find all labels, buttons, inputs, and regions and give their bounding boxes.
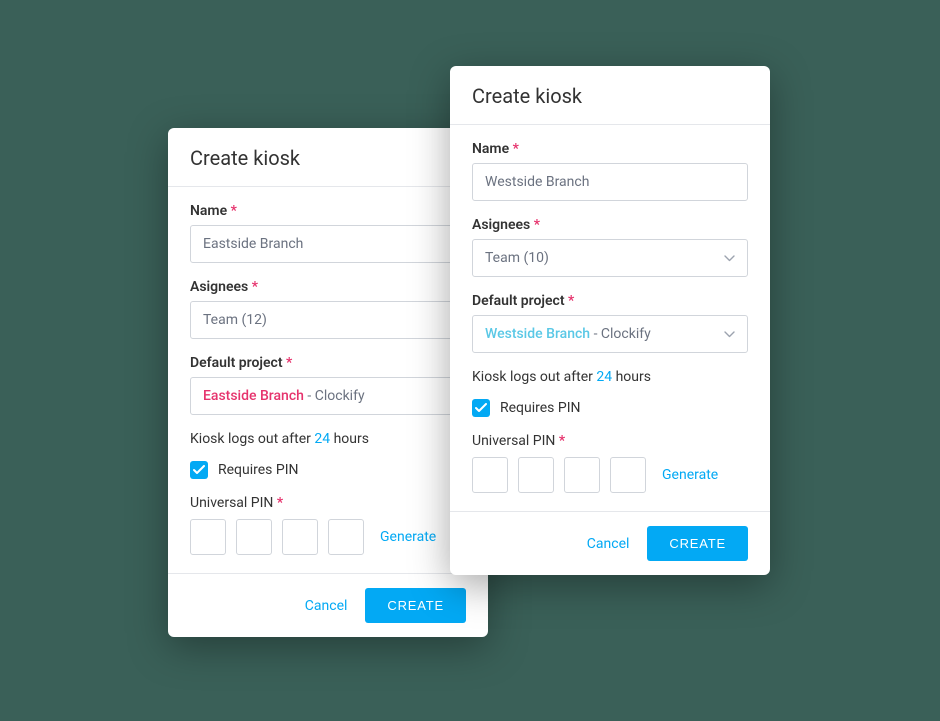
required-mark: * — [513, 141, 519, 157]
project-name: Eastside Branch — [203, 388, 304, 404]
name-label: Name * — [190, 203, 466, 219]
required-mark: * — [559, 433, 565, 449]
assignees-value: Team (12) — [203, 312, 267, 328]
logout-hours-link[interactable]: 24 — [596, 369, 612, 385]
name-label-text: Name — [190, 203, 227, 219]
name-input-value: Eastside Branch — [203, 236, 303, 252]
name-input[interactable]: Eastside Branch — [190, 225, 466, 263]
project-field-group: Default project * Eastside Branch - Cloc… — [190, 355, 466, 415]
required-mark: * — [534, 217, 540, 233]
logout-suffix: hours — [612, 369, 651, 385]
create-kiosk-dialog-front: Create kiosk Name * Westside Branch Asig… — [450, 66, 770, 575]
requires-pin-checkbox[interactable] — [472, 399, 490, 417]
name-label: Name * — [472, 141, 748, 157]
universal-pin-label-text: Universal PIN — [472, 433, 555, 449]
project-label: Default project * — [472, 293, 748, 309]
assignees-value: Team (10) — [485, 250, 549, 266]
assignees-label-text: Asignees — [472, 217, 530, 233]
universal-pin-label: Universal PIN * — [190, 495, 466, 511]
create-button[interactable]: CREATE — [365, 588, 466, 623]
check-icon — [475, 403, 487, 413]
universal-pin-label-text: Universal PIN — [190, 495, 273, 511]
name-field-group: Name * Eastside Branch — [190, 203, 466, 263]
chevron-down-icon — [724, 326, 735, 342]
name-input-value: Westside Branch — [485, 174, 589, 190]
pin-row: Generate — [472, 457, 748, 493]
pin-digit-1[interactable] — [472, 457, 508, 493]
pin-digit-3[interactable] — [282, 519, 318, 555]
logout-row: Kiosk logs out after 24 hours — [472, 369, 748, 385]
cancel-button[interactable]: Cancel — [305, 598, 348, 614]
project-label-text: Default project — [190, 355, 283, 371]
pin-digit-4[interactable] — [610, 457, 646, 493]
assignees-select[interactable]: Team (10) — [472, 239, 748, 277]
assignees-label: Asignees * — [472, 217, 748, 233]
universal-pin-label: Universal PIN * — [472, 433, 748, 449]
assignees-label: Asignees * — [190, 279, 466, 295]
generate-link[interactable]: Generate — [662, 467, 718, 483]
requires-pin-row: Requires PIN — [190, 461, 466, 479]
project-select-value: Eastside Branch - Clockify — [203, 388, 365, 404]
required-mark: * — [568, 293, 574, 309]
required-mark: * — [231, 203, 237, 219]
dialog-header: Create kiosk — [168, 128, 488, 187]
project-label: Default project * — [190, 355, 466, 371]
pin-digit-3[interactable] — [564, 457, 600, 493]
requires-pin-checkbox[interactable] — [190, 461, 208, 479]
name-label-text: Name — [472, 141, 509, 157]
requires-pin-label: Requires PIN — [500, 400, 581, 416]
dialog-footer: Cancel CREATE — [450, 511, 770, 575]
project-select-value: Westside Branch - Clockify — [485, 326, 651, 342]
assignees-select[interactable]: Team (12) — [190, 301, 466, 339]
logout-suffix: hours — [330, 431, 369, 447]
project-label-text: Default project — [472, 293, 565, 309]
dialog-title: Create kiosk — [190, 146, 466, 170]
dialog-body: Name * Westside Branch Asignees * Team (… — [450, 125, 770, 511]
project-select[interactable]: Westside Branch - Clockify — [472, 315, 748, 353]
pin-digit-2[interactable] — [518, 457, 554, 493]
cancel-button[interactable]: Cancel — [587, 536, 630, 552]
project-field-group: Default project * Westside Branch - Cloc… — [472, 293, 748, 353]
assignees-field-group: Asignees * Team (12) — [190, 279, 466, 339]
project-client: - Clockify — [590, 326, 651, 342]
logout-prefix: Kiosk logs out after — [472, 369, 596, 385]
name-field-group: Name * Westside Branch — [472, 141, 748, 201]
generate-link[interactable]: Generate — [380, 529, 436, 545]
pin-digit-2[interactable] — [236, 519, 272, 555]
required-mark: * — [252, 279, 258, 295]
check-icon — [193, 465, 205, 475]
create-kiosk-dialog-back: Create kiosk Name * Eastside Branch Asig… — [168, 128, 488, 637]
logout-row: Kiosk logs out after 24 hours — [190, 431, 466, 447]
assignees-field-group: Asignees * Team (10) — [472, 217, 748, 277]
pin-row: Generate — [190, 519, 466, 555]
pin-digit-4[interactable] — [328, 519, 364, 555]
dialog-header: Create kiosk — [450, 66, 770, 125]
create-button[interactable]: CREATE — [647, 526, 748, 561]
project-name: Westside Branch — [485, 326, 590, 342]
project-client: - Clockify — [304, 388, 365, 404]
logout-prefix: Kiosk logs out after — [190, 431, 314, 447]
dialog-title: Create kiosk — [472, 84, 748, 108]
project-select[interactable]: Eastside Branch - Clockify — [190, 377, 466, 415]
logout-hours-link[interactable]: 24 — [314, 431, 330, 447]
assignees-label-text: Asignees — [190, 279, 248, 295]
dialog-body: Name * Eastside Branch Asignees * Team (… — [168, 187, 488, 573]
pin-digit-1[interactable] — [190, 519, 226, 555]
name-input[interactable]: Westside Branch — [472, 163, 748, 201]
chevron-down-icon — [724, 250, 735, 266]
required-mark: * — [286, 355, 292, 371]
dialog-footer: Cancel CREATE — [168, 573, 488, 637]
required-mark: * — [277, 495, 283, 511]
requires-pin-row: Requires PIN — [472, 399, 748, 417]
requires-pin-label: Requires PIN — [218, 462, 299, 478]
